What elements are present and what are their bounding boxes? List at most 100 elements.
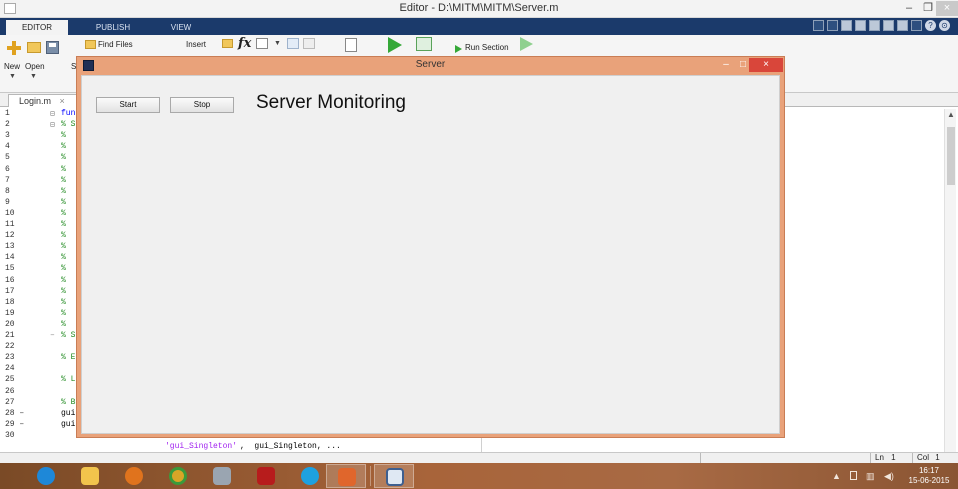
copy-icon[interactable]: [855, 20, 866, 31]
line-number: 20: [5, 319, 15, 329]
run-section-button[interactable]: Run Section: [465, 43, 509, 52]
search-docs-icon[interactable]: ⊙: [939, 20, 950, 31]
line-number: 10: [5, 208, 15, 218]
new-button-label[interactable]: New: [4, 62, 20, 71]
volume-icon[interactable]: ◀): [884, 471, 894, 482]
line-number: 21: [5, 331, 15, 340]
line-number: 23: [5, 353, 15, 363]
code-line: %: [61, 275, 66, 285]
comment-icon[interactable]: [303, 38, 315, 49]
line-number: 25: [5, 375, 15, 385]
insert-cell-icon[interactable]: [256, 38, 268, 49]
file-tab-close-icon[interactable]: ×: [60, 96, 65, 106]
taskbar-clock[interactable]: 16:17 15-06-2015: [906, 466, 952, 486]
start-button[interactable]: Start: [96, 97, 160, 113]
fold-marker-icon[interactable]: ⊟: [50, 109, 55, 119]
code-line: %: [61, 175, 66, 185]
server-close-button[interactable]: ×: [749, 58, 783, 72]
save-all-icon[interactable]: [827, 20, 838, 31]
switch-windows-icon[interactable]: [911, 20, 922, 31]
run-and-time-icon[interactable]: [520, 37, 533, 51]
tab-publish[interactable]: PUBLISH: [82, 20, 144, 35]
undo-icon[interactable]: [883, 20, 894, 31]
code-line: gui: [61, 419, 76, 429]
code-line: % L: [61, 375, 76, 385]
network-icon[interactable]: ▥: [866, 471, 875, 482]
new-file-icon[interactable]: [7, 41, 21, 55]
line-number-gutter: 1 2 3 4 5 6 7 8 9 10 11 12 13 14 15 16 17 18 19 20 21 22 23 24 2…: [0, 107, 40, 463]
help-icon[interactable]: ?: [925, 20, 936, 31]
code-line30-rest: , gui_Singleton, ...: [240, 442, 341, 451]
open-dropdown-arrow-icon[interactable]: ▼: [30, 73, 37, 80]
file-explorer-icon: [81, 467, 99, 485]
open-file-icon[interactable]: [27, 42, 41, 53]
fold-marker-icon[interactable]: –: [50, 331, 55, 340]
taskbar-chrome[interactable]: [158, 464, 198, 488]
code-line: fun: [61, 109, 76, 118]
new-dropdown-arrow-icon[interactable]: ▼: [9, 73, 16, 80]
layout-icon[interactable]: [813, 20, 824, 31]
insert-section-icon[interactable]: [222, 39, 233, 48]
insert-dropdown-arrow-icon[interactable]: ▼: [274, 40, 281, 47]
line-number: 3: [5, 131, 10, 141]
line-number: 15: [5, 264, 15, 274]
taskbar-figure-window[interactable]: [374, 464, 414, 488]
scroll-up-icon[interactable]: ▲: [946, 110, 956, 119]
line-number: 12: [5, 231, 15, 241]
find-files-button[interactable]: Find Files: [98, 40, 133, 49]
run-icon[interactable]: [388, 37, 402, 53]
vertical-scrollbar[interactable]: ▲ ▼: [944, 109, 956, 461]
breakpoints-icon[interactable]: [345, 38, 357, 52]
tray-overflow-icon[interactable]: ▲: [832, 471, 841, 481]
redo-icon[interactable]: [897, 20, 908, 31]
save-icon[interactable]: [46, 41, 59, 54]
taskbar-firefox[interactable]: [114, 464, 154, 488]
line-number: 11: [5, 220, 15, 229]
code-line: %: [61, 242, 66, 252]
paste-icon[interactable]: [869, 20, 880, 31]
run-section-icon[interactable]: [455, 45, 462, 53]
taskbar-matlab[interactable]: [326, 464, 366, 488]
clock-time: 16:17: [918, 466, 940, 475]
chrome-icon: [169, 467, 187, 485]
code-line: % S: [61, 120, 76, 130]
file-tab-login[interactable]: Login.m ×: [8, 94, 78, 107]
server-window-titlebar[interactable]: Server – □ ×: [77, 57, 784, 74]
line-number: 22: [5, 342, 15, 352]
line-number: 18: [5, 297, 15, 307]
clock-date: 15-06-2015: [908, 476, 950, 485]
taskbar-file-explorer[interactable]: [70, 464, 110, 488]
insert-button[interactable]: Insert: [186, 40, 206, 49]
open-button-label[interactable]: Open: [25, 62, 45, 71]
tab-view[interactable]: VIEW: [150, 20, 212, 35]
taskbar-remote[interactable]: [202, 464, 242, 488]
tab-editor[interactable]: EDITOR: [6, 20, 68, 35]
filezilla-icon: [257, 467, 275, 485]
indent-icon[interactable]: [287, 38, 299, 49]
cut-icon[interactable]: [841, 20, 852, 31]
battery-icon[interactable]: [850, 471, 857, 480]
run-and-advance-icon[interactable]: [416, 37, 432, 51]
window-titlebar: Editor - D:\MITM\MITM\Server.m – ❐ ×: [0, 0, 958, 18]
line-number: 13: [5, 242, 15, 252]
window-title: Editor - D:\MITM\MITM\Server.m: [399, 2, 559, 14]
taskbar-internet-explorer[interactable]: [26, 464, 66, 488]
line-number: 4: [5, 142, 10, 152]
line-number: 19: [5, 308, 15, 318]
insert-function-icon[interactable]: fx: [238, 36, 251, 51]
close-button[interactable]: ×: [936, 1, 958, 16]
taskbar-filezilla[interactable]: [246, 464, 286, 488]
stop-button[interactable]: Stop: [170, 97, 234, 113]
line-number: 30: [5, 430, 15, 440]
line-number: 26: [5, 386, 15, 396]
server-maximize-button[interactable]: □: [736, 58, 750, 72]
code-line: % E: [61, 353, 76, 363]
taskbar-skype[interactable]: [290, 464, 330, 488]
find-files-icon[interactable]: [85, 40, 96, 49]
server-minimize-button[interactable]: –: [719, 58, 733, 72]
line-number: 14: [5, 253, 15, 263]
windows-taskbar: ▲ ▥ ◀) 16:17 15-06-2015: [0, 463, 958, 489]
code-line: %: [61, 220, 66, 229]
fold-marker-icon[interactable]: ⊟: [50, 120, 55, 130]
scroll-thumb[interactable]: [947, 127, 955, 185]
